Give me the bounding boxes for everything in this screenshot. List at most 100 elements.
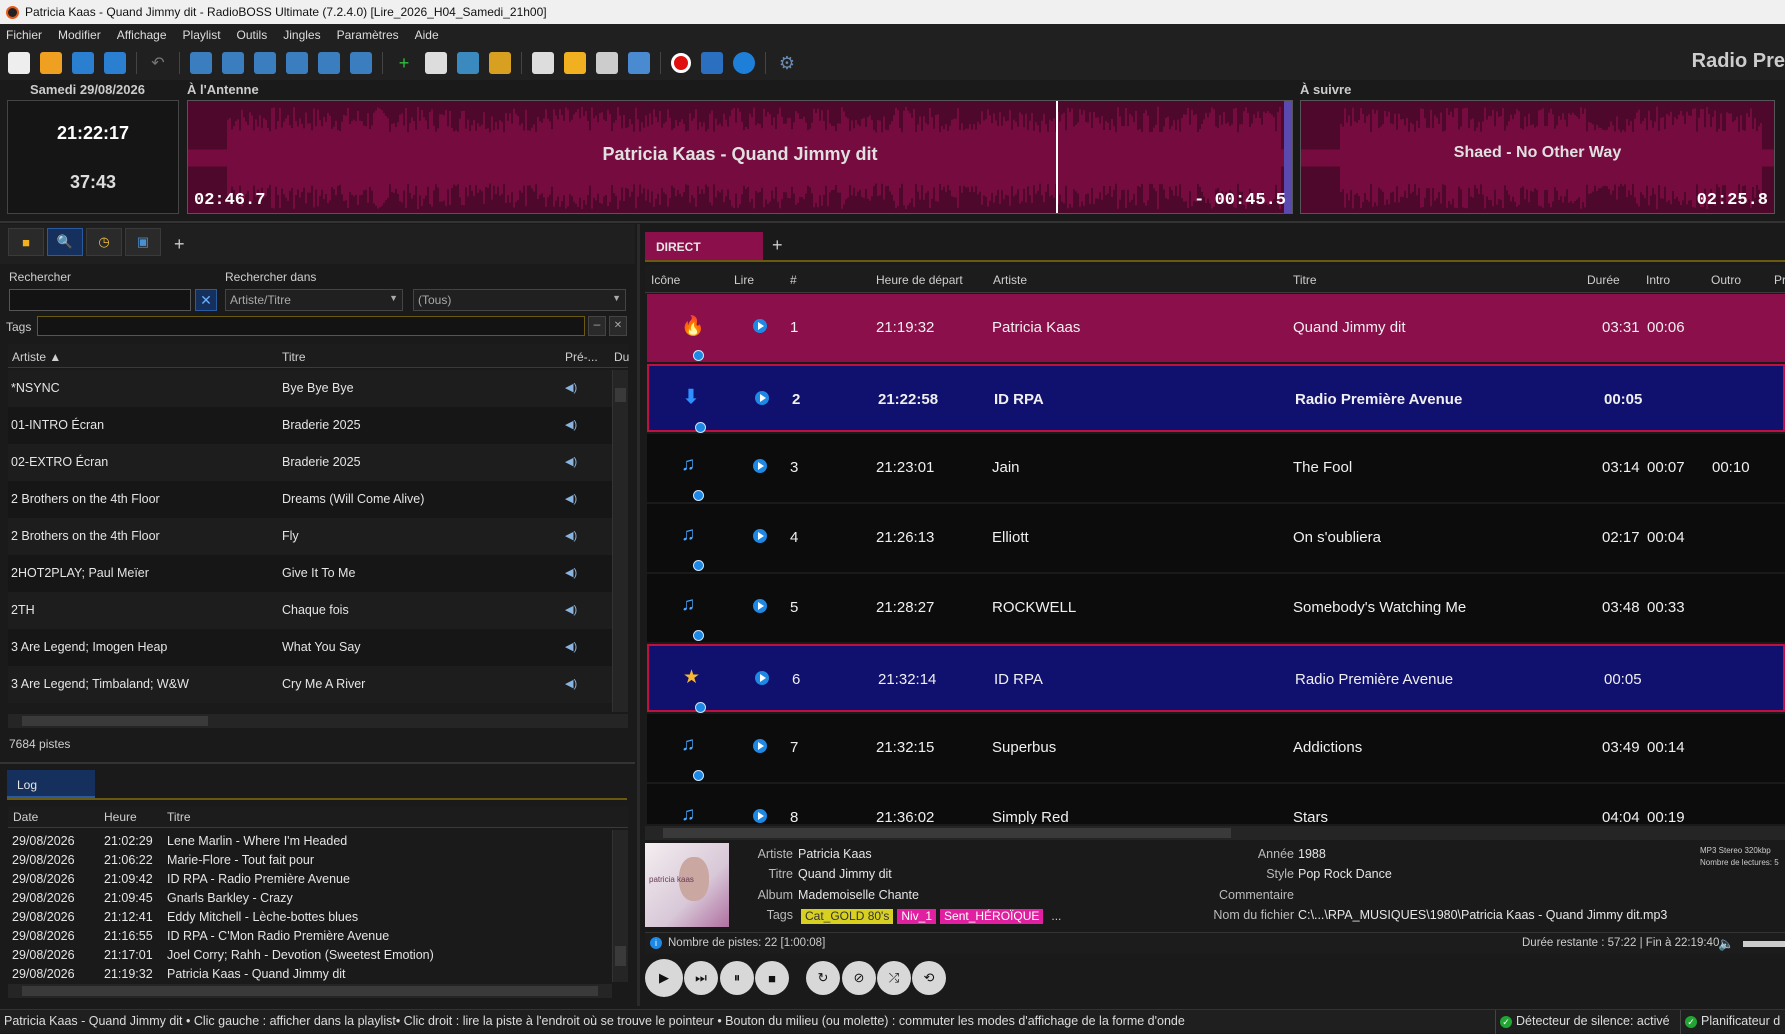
play-row-icon[interactable]: [753, 599, 767, 613]
play-row-icon[interactable]: [755, 391, 769, 405]
undo-icon[interactable]: ↶: [147, 52, 169, 74]
search-input[interactable]: [9, 289, 191, 311]
col-titre[interactable]: Titre: [1293, 273, 1317, 287]
col-titre[interactable]: Titre: [167, 810, 191, 824]
next-button[interactable]: ⏭: [684, 961, 718, 995]
log-vscroll[interactable]: [612, 830, 628, 982]
library-row[interactable]: 2HOT2PLAY; Paul Meïer Give It To Me ◀): [8, 555, 612, 592]
settings-gear-icon[interactable]: ⚙: [776, 52, 798, 74]
globe-icon[interactable]: [733, 52, 755, 74]
tags-clear-button[interactable]: ✕: [609, 316, 627, 336]
report-icon[interactable]: [532, 52, 554, 74]
col-du[interactable]: Du: [614, 350, 629, 364]
playlist-row[interactable]: ♫ 3 21:23:01 Jain The Fool 03:14 00:07 00:10: [647, 434, 1785, 502]
search-in-select[interactable]: Artiste/Titre ▼: [225, 289, 403, 311]
layout-2-icon[interactable]: [222, 52, 244, 74]
add-file-icon[interactable]: [425, 52, 447, 74]
search-tab-icon[interactable]: 🔍: [47, 228, 83, 256]
volume-icon[interactable]: 🔈: [1718, 936, 1734, 952]
col-icone[interactable]: Icône: [651, 273, 680, 287]
library-row[interactable]: 3 Are Legend; Imogen Heap What You Say ◀): [8, 629, 612, 666]
preview-speaker-icon[interactable]: ◀): [565, 529, 577, 542]
schedule-icon[interactable]: [628, 52, 650, 74]
clock-tab-icon[interactable]: ◷: [86, 228, 122, 256]
preview-speaker-icon[interactable]: ◀): [565, 603, 577, 616]
add-playlist-tab-button[interactable]: +: [772, 235, 783, 256]
tab-direct[interactable]: DIRECT: [645, 232, 763, 260]
tags-input[interactable]: [37, 316, 585, 336]
save-icon[interactable]: [72, 52, 94, 74]
folder-tab-icon[interactable]: ■: [8, 228, 44, 256]
playlist-row[interactable]: ♫ 8 21:36:02 Simply Red Stars 04:04 00:19: [647, 784, 1785, 824]
tag-chip[interactable]: Sent_HÉROÏQUE: [940, 909, 1044, 924]
library-vscroll[interactable]: [612, 370, 628, 712]
col-date[interactable]: Date: [13, 810, 38, 824]
log-hscroll[interactable]: [8, 984, 612, 998]
library-row[interactable]: 2 Brothers on the 4th Floor Dreams (Will …: [8, 481, 612, 518]
next-waveform[interactable]: Shaed - No Other Way 02:25.8: [1300, 100, 1775, 214]
open-folder-icon[interactable]: [40, 52, 62, 74]
play-row-icon[interactable]: [755, 671, 769, 685]
menu-affichage[interactable]: Affichage: [117, 28, 167, 42]
stop-button[interactable]: ■: [755, 961, 789, 995]
log-row[interactable]: 29/08/2026 21:09:45 Gnarls Barkley - Crazy: [12, 889, 610, 908]
log-row[interactable]: 29/08/2026 21:12:41 Eddy Mitchell - Lèche-…: [12, 908, 610, 927]
loop-off-button[interactable]: ↻: [806, 961, 840, 995]
play-row-icon[interactable]: [753, 739, 767, 753]
preview-speaker-icon[interactable]: ◀): [565, 566, 577, 579]
pause-button[interactable]: ⏸: [720, 961, 754, 995]
menu-modifier[interactable]: Modifier: [58, 28, 101, 42]
preview-speaker-icon[interactable]: ◀): [565, 381, 577, 394]
preview-speaker-icon[interactable]: ◀): [565, 418, 577, 431]
col-duree[interactable]: Durée: [1587, 273, 1620, 287]
disable-button[interactable]: ⊘: [842, 961, 876, 995]
playlist-row[interactable]: ⬇ 2 21:22:58 ID RPA Radio Première Avenue 00:…: [647, 364, 1785, 433]
media-tab-icon[interactable]: ▣: [125, 228, 161, 256]
play-row-icon[interactable]: [753, 319, 767, 333]
preview-speaker-icon[interactable]: ◀): [565, 492, 577, 505]
library-row[interactable]: 01-INTRO Écran Braderie 2025 ◀): [8, 407, 612, 444]
play-row-icon[interactable]: [753, 459, 767, 473]
add-track-icon[interactable]: +: [393, 52, 415, 74]
log-row[interactable]: 29/08/2026 21:17:01 Joel Corry; Rahh - Dev…: [12, 946, 610, 965]
menu-aide[interactable]: Aide: [415, 28, 439, 42]
silence-detector-status[interactable]: ✓ Détecteur de silence: activé: [1500, 1014, 1670, 1028]
menu-fichier[interactable]: Fichier: [6, 28, 42, 42]
col-num[interactable]: #: [790, 273, 797, 287]
col-heure[interactable]: Heure: [104, 810, 137, 824]
new-file-icon[interactable]: [8, 52, 30, 74]
layout-1-icon[interactable]: [190, 52, 212, 74]
menu-jingles[interactable]: Jingles: [283, 28, 320, 42]
tab-log[interactable]: Log: [7, 770, 95, 798]
layout-4-icon[interactable]: [286, 52, 308, 74]
layout-6-icon[interactable]: [350, 52, 372, 74]
filter-select[interactable]: (Tous) ▼: [413, 289, 626, 311]
playlist-row[interactable]: 🔥 1 21:19:32 Patricia Kaas Quand Jimmy dit 03…: [647, 294, 1785, 362]
repeat-button[interactable]: ⟲: [912, 961, 946, 995]
scheduler-status[interactable]: ✓ Planificateur d: [1685, 1014, 1780, 1028]
play-row-icon[interactable]: [753, 529, 767, 543]
log-row[interactable]: 29/08/2026 21:16:55 ID RPA - C'Mon Radio P…: [12, 927, 610, 946]
add-folder-icon[interactable]: [457, 52, 479, 74]
col-titre[interactable]: Titre: [282, 350, 306, 364]
shuffle-button[interactable]: ⤮: [877, 961, 911, 995]
layout-5-icon[interactable]: [318, 52, 340, 74]
add-tab-button[interactable]: +: [174, 234, 185, 255]
col-outro[interactable]: Outro: [1711, 273, 1741, 287]
menu-parametres[interactable]: Paramètres: [337, 28, 399, 42]
playlist-hscroll[interactable]: [645, 826, 1785, 840]
log-row[interactable]: 29/08/2026 21:02:29 Lene Marlin - Where I'…: [12, 832, 610, 851]
log-row[interactable]: 29/08/2026 21:19:32 Patricia Kaas - Quand …: [12, 965, 610, 984]
col-lire[interactable]: Lire: [734, 273, 754, 287]
volume-slider[interactable]: [1743, 941, 1785, 947]
col-artiste[interactable]: Artiste ▲: [12, 350, 61, 364]
save-as-icon[interactable]: [104, 52, 126, 74]
tools-icon[interactable]: [596, 52, 618, 74]
record-icon[interactable]: [671, 53, 691, 73]
stats-icon[interactable]: [701, 52, 723, 74]
library-row[interactable]: 02-EXTRO Écran Braderie 2025 ◀): [8, 444, 612, 481]
library-hscroll[interactable]: [8, 714, 628, 728]
layout-3-icon[interactable]: [254, 52, 276, 74]
library-row[interactable]: 2 Brothers on the 4th Floor Fly ◀): [8, 518, 612, 555]
current-waveform[interactable]: Patricia Kaas - Quand Jimmy dit 02:46.7 …: [187, 100, 1293, 214]
